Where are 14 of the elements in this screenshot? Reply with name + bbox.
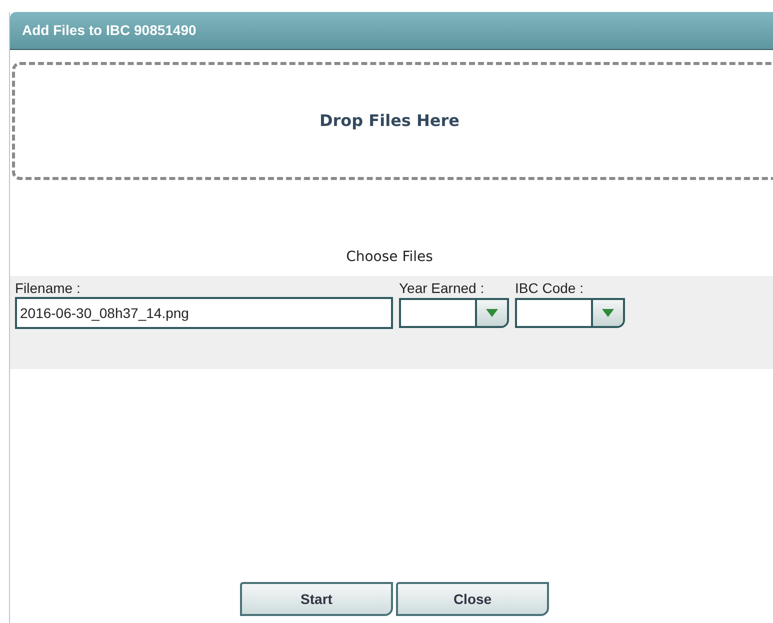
caret-icon [602,309,614,317]
caret-icon [486,309,498,317]
window-title: Add Files to IBC 90851490 [22,21,196,40]
filename-field[interactable]: 2016-06-30_08h37_14.png [15,297,393,329]
dropdown[interactable] [515,298,625,328]
dialog-button[interactable]: Close [396,582,549,616]
choose-files-label: Choose Files [346,248,433,267]
drop-zone-label: Drop Files Here [319,110,460,132]
field-label: IBC Code : [515,280,584,296]
drop-zone[interactable]: Drop Files Here [12,62,773,180]
dropdown[interactable] [399,298,509,328]
field-label: Year Earned : [399,280,486,296]
dialog-button[interactable]: Start [240,582,393,616]
field-label: Filename : [15,280,82,296]
